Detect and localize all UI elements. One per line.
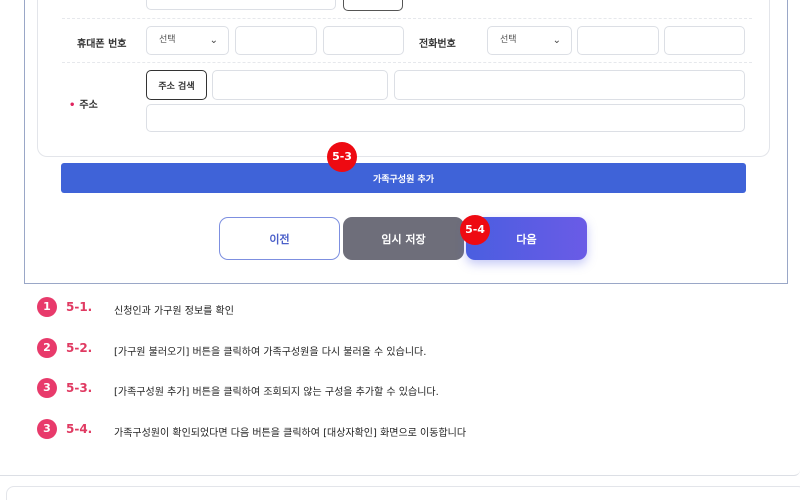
row-divider [62, 62, 752, 63]
phone-middle-input[interactable] [577, 26, 659, 55]
callout-marker-5-4: 5-4 [460, 215, 490, 245]
step-description: [가구원 불러오기] 버튼을 클릭하여 가족구성원을 다시 불러올 수 있습니다… [114, 347, 427, 358]
address-label: • 주소 [69, 96, 98, 111]
postcode-input[interactable] [212, 70, 388, 100]
prev-row-input[interactable] [146, 0, 336, 10]
mobile-prefix-select[interactable]: 선택 ⌄ [146, 26, 229, 55]
step-number-badge: 3 [37, 378, 57, 398]
callout-marker-5-3: 5-3 [327, 142, 357, 172]
step-number-badge: 1 [37, 297, 57, 317]
phone-prefix-value: 선택 [500, 35, 517, 45]
address-main-input[interactable] [394, 70, 745, 100]
mobile-last-input[interactable] [323, 26, 404, 55]
chevron-down-icon: ⌄ [552, 35, 561, 46]
prev-button[interactable]: 이전 [219, 217, 340, 260]
step-code: 5-3. [66, 381, 93, 395]
address-label-text: 주소 [79, 100, 98, 111]
step-code: 5-1. [66, 300, 93, 314]
page: 휴대폰 번호 선택 ⌄ 전화번호 선택 ⌄ • 주소 주소 검색 가족구성원 추가… [0, 0, 800, 500]
chevron-down-icon: ⌄ [209, 35, 218, 46]
step-code: 5-4. [66, 422, 93, 436]
step-description: [가족구성원 추가] 버튼을 클릭하여 조회되지 않는 구성을 추가할 수 있습… [114, 387, 439, 398]
row-divider [62, 18, 752, 19]
address-detail-input[interactable] [146, 104, 745, 132]
address-search-button[interactable]: 주소 검색 [146, 70, 207, 100]
mobile-label: 휴대폰 번호 [77, 39, 127, 50]
section-bottom-border [0, 470, 800, 476]
step-description: 신청인과 가구원 정보를 확인 [114, 306, 234, 317]
add-family-member-button[interactable]: 가족구성원 추가 [61, 163, 746, 193]
prev-row-button[interactable] [343, 0, 403, 11]
step-number-badge: 3 [37, 419, 57, 439]
temp-save-button[interactable]: 임시 저장 [343, 217, 464, 260]
mobile-middle-input[interactable] [235, 26, 317, 55]
step-code: 5-2. [66, 341, 93, 355]
phone-last-input[interactable] [664, 26, 745, 55]
phone-label: 전화번호 [419, 39, 456, 50]
mobile-prefix-value: 선택 [159, 35, 176, 45]
required-mark: • [69, 100, 76, 111]
phone-prefix-select[interactable]: 선택 ⌄ [487, 26, 572, 55]
next-section-card [6, 486, 800, 500]
step-description: 가족구성원이 확인되었다면 다음 버튼을 클릭하여 [대상자확인] 화면으로 이… [114, 428, 467, 439]
step-number-badge: 2 [37, 338, 57, 358]
